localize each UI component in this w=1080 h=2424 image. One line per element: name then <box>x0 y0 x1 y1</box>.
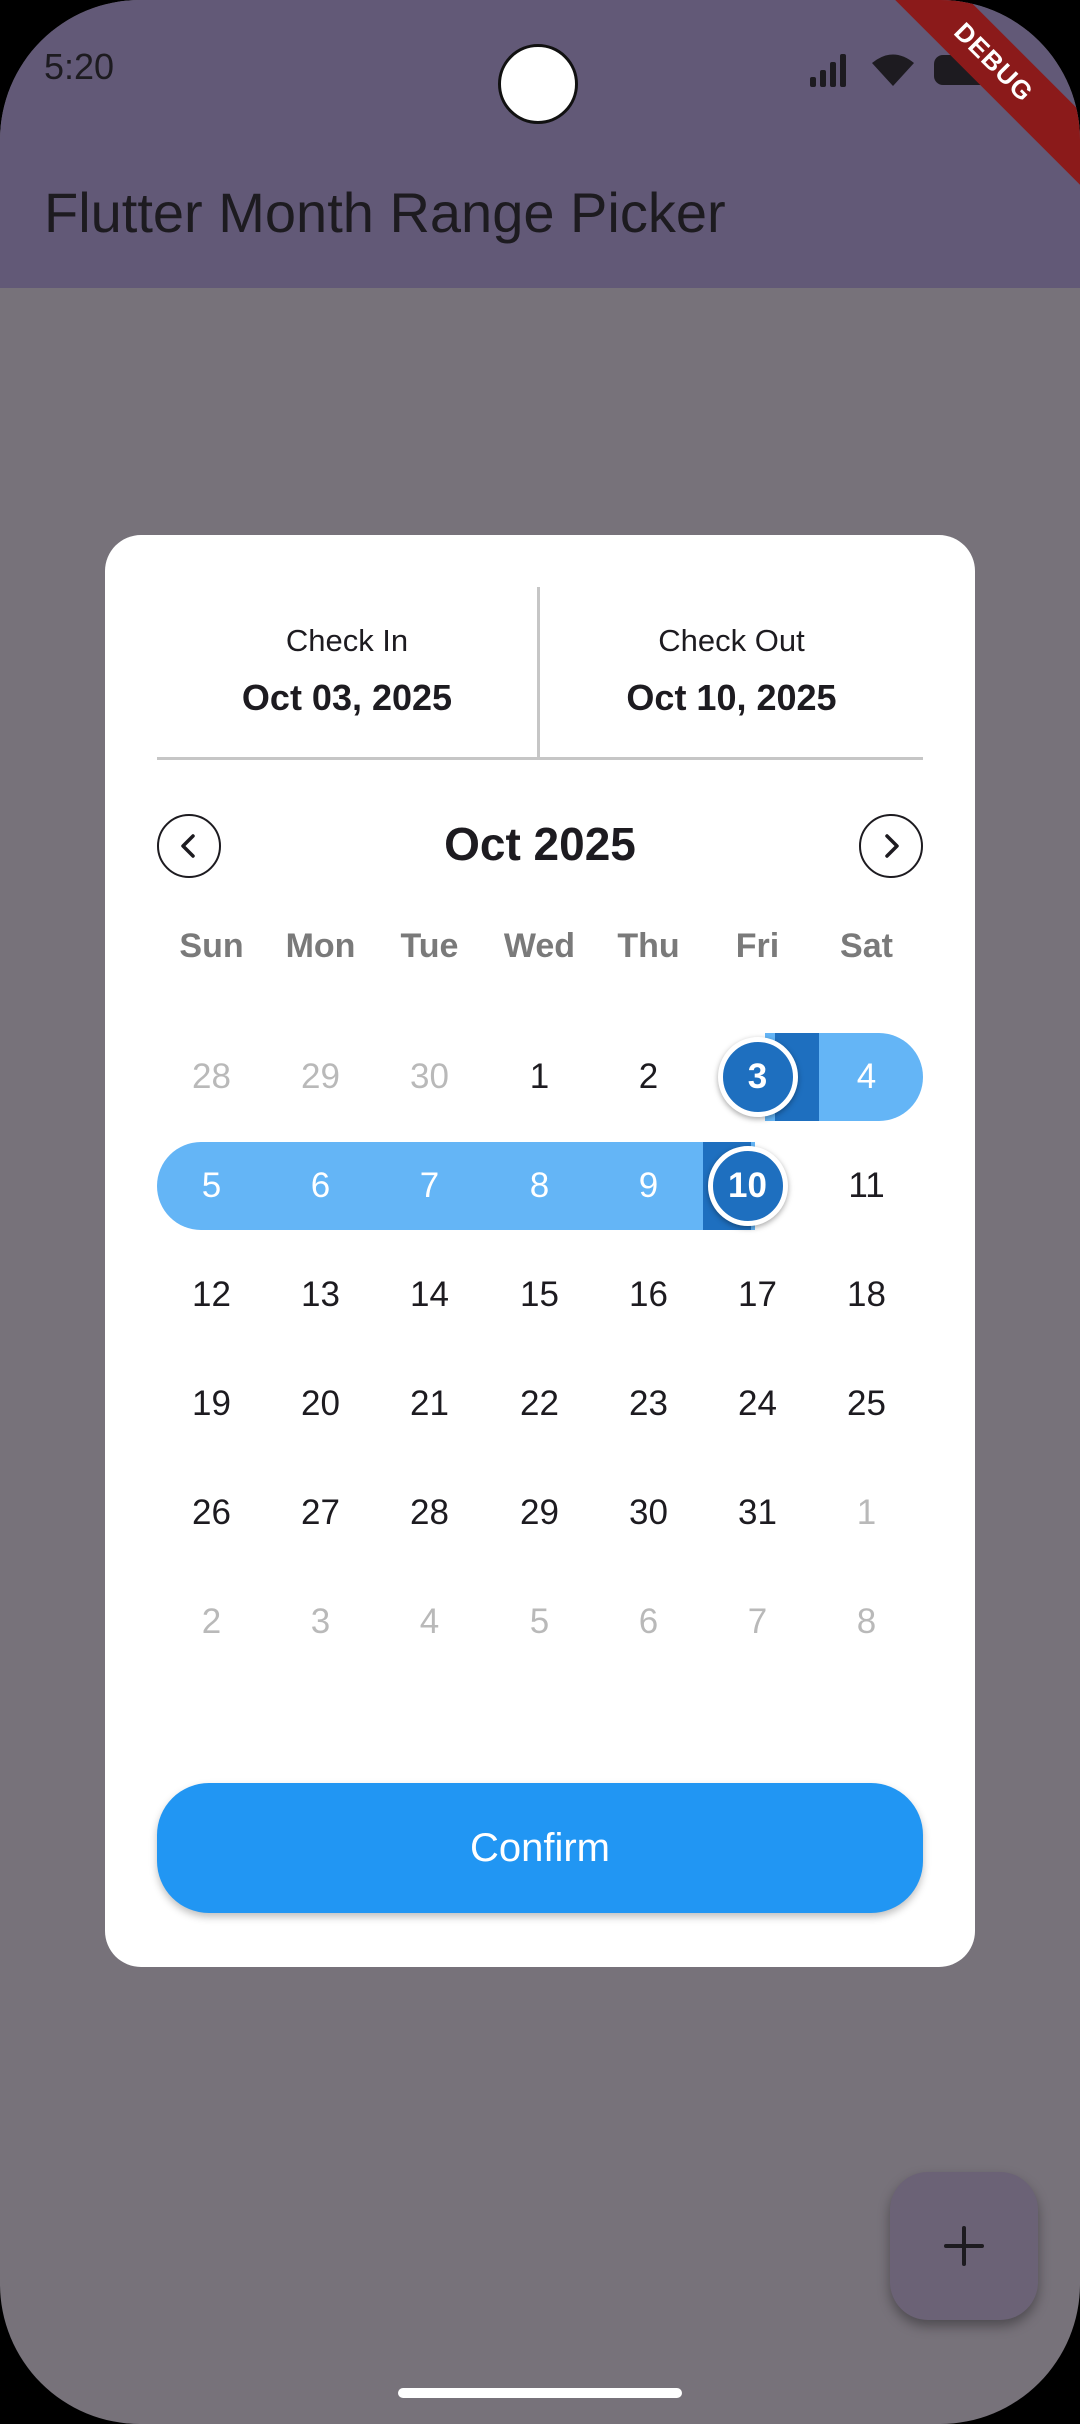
add-fab-button[interactable] <box>890 2172 1038 2320</box>
month-title: Oct 2025 <box>444 818 636 870</box>
check-in-label: Check In <box>285 623 409 658</box>
day-cell[interactable]: 17 <box>703 1251 812 1339</box>
day-cell[interactable]: 27 <box>266 1469 375 1557</box>
wifi-icon <box>872 54 914 86</box>
weekday-wed: Wed <box>503 927 576 965</box>
day-cell[interactable]: 19 <box>157 1360 266 1448</box>
weekday-sat: Sat <box>840 927 893 965</box>
day-cell[interactable]: 14 <box>375 1251 484 1339</box>
weekday-thu: Thu <box>617 927 680 965</box>
chevron-right-icon <box>885 834 899 858</box>
day-cell[interactable]: 26 <box>157 1469 266 1557</box>
weekday-fri: Fri <box>735 927 780 965</box>
day-cell-in-range[interactable]: 8 <box>485 1142 594 1230</box>
day-cell[interactable]: 23 <box>594 1360 703 1448</box>
day-cell[interactable]: 24 <box>703 1360 812 1448</box>
app-title: Flutter Month Range Picker <box>44 181 726 244</box>
day-cell[interactable]: 28 <box>375 1469 484 1557</box>
day-cell[interactable]: 29 <box>266 1033 375 1121</box>
range-header: Check In Oct 03, 2025 Check Out Oct 10, … <box>157 587 923 760</box>
day-cell-range-start[interactable]: 3 <box>703 1033 812 1121</box>
confirm-button[interactable]: Confirm <box>157 1783 923 1913</box>
day-cell-range-end[interactable]: 10 <box>693 1142 802 1230</box>
day-cell[interactable]: 30 <box>375 1033 484 1121</box>
status-time: 5:20 <box>44 46 115 87</box>
day-cell[interactable]: 7 <box>703 1578 812 1666</box>
home-indicator[interactable] <box>398 2388 682 2398</box>
day-cell-in-range[interactable]: 6 <box>266 1142 375 1230</box>
day-cell[interactable]: 30 <box>594 1469 703 1557</box>
day-cell[interactable]: 6 <box>594 1578 703 1666</box>
day-cell[interactable]: 28 <box>157 1033 266 1121</box>
day-cell[interactable]: 1 <box>812 1469 921 1557</box>
day-cell-in-range[interactable]: 9 <box>594 1142 703 1230</box>
phone-screen: 5:20 Flutter Month Range Picker DEBUG Ch… <box>0 0 1080 2424</box>
day-cell[interactable]: 4 <box>375 1578 484 1666</box>
day-cell[interactable]: 2 <box>157 1578 266 1666</box>
day-cell[interactable]: 25 <box>812 1360 921 1448</box>
day-cell[interactable]: 18 <box>812 1251 921 1339</box>
day-cell[interactable]: 20 <box>266 1360 375 1448</box>
day-cell[interactable]: 8 <box>812 1578 921 1666</box>
weekday-sun: Sun <box>179 927 244 965</box>
signal-icon <box>810 54 846 87</box>
date-range-dialog: Check In Oct 03, 2025 Check Out Oct 10, … <box>105 535 975 1967</box>
day-cell[interactable]: 2 <box>594 1033 703 1121</box>
day-cell[interactable]: 16 <box>594 1251 703 1339</box>
day-cell[interactable]: 22 <box>485 1360 594 1448</box>
day-cell-in-range[interactable]: 5 <box>157 1142 266 1230</box>
check-out-label: Check Out <box>658 623 805 658</box>
day-cell[interactable]: 15 <box>485 1251 594 1339</box>
day-cell[interactable]: 11 <box>812 1142 921 1230</box>
day-cell[interactable]: 29 <box>485 1469 594 1557</box>
selected-start-day: 3 <box>717 1037 798 1117</box>
weekday-tue: Tue <box>400 927 459 965</box>
weekday-mon: Mon <box>285 927 356 965</box>
day-cell[interactable]: 3 <box>266 1578 375 1666</box>
camera-cutout <box>498 44 578 124</box>
check-in-value: Oct 03, 2025 <box>241 677 453 718</box>
day-cell-in-range[interactable]: 4 <box>812 1033 921 1121</box>
check-out-section[interactable]: Check Out Oct 10, 2025 <box>540 587 923 757</box>
day-cell[interactable]: 1 <box>485 1033 594 1121</box>
check-out-value: Oct 10, 2025 <box>626 677 837 718</box>
plus-icon <box>944 2226 984 2266</box>
day-cell[interactable]: 31 <box>703 1469 812 1557</box>
day-cell[interactable]: 5 <box>485 1578 594 1666</box>
app-bar: 5:20 Flutter Month Range Picker DEBUG <box>0 0 1080 288</box>
check-in-section[interactable]: Check In Oct 03, 2025 <box>157 587 540 757</box>
debug-banner: DEBUG <box>869 0 1080 187</box>
selected-end-day: 10 <box>707 1146 788 1226</box>
day-cell[interactable]: 21 <box>375 1360 484 1448</box>
day-cell[interactable]: 12 <box>157 1251 266 1339</box>
day-cell-in-range[interactable]: 7 <box>375 1142 484 1230</box>
next-month-button[interactable] <box>859 814 923 878</box>
day-cell[interactable]: 13 <box>266 1251 375 1339</box>
